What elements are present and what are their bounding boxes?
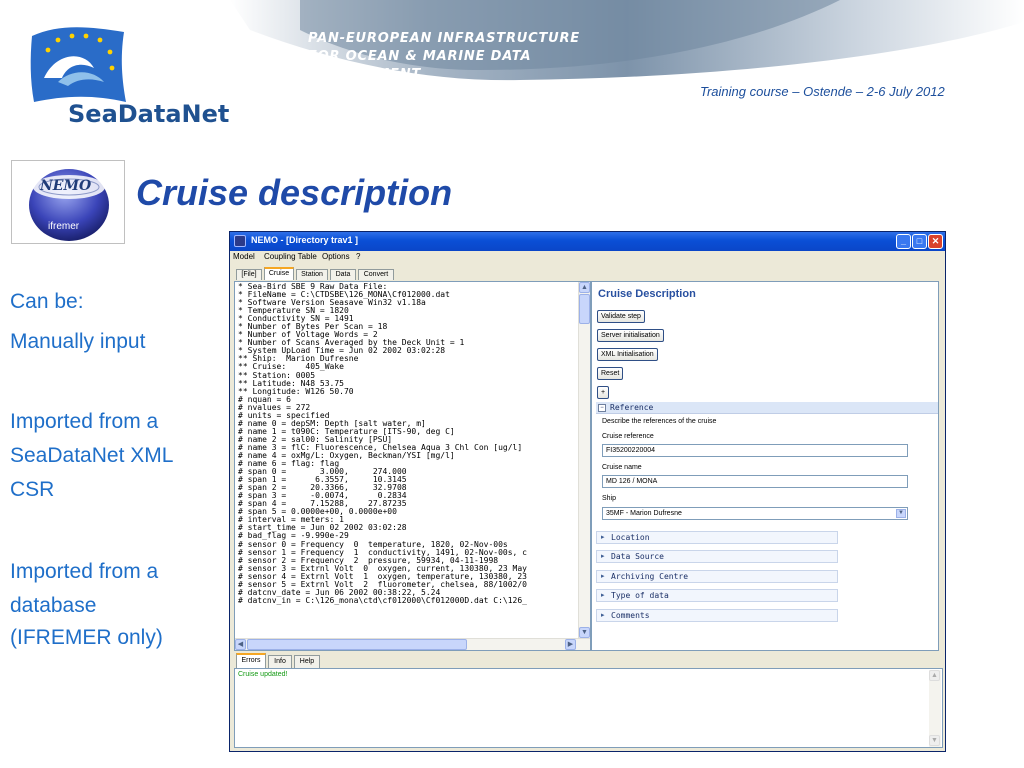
section-comments[interactable]: ▸ Comments <box>596 609 838 622</box>
cruise-description-panel: Cruise Description Validate step Server … <box>591 281 939 651</box>
imported-db-line-3: (IFREMER only) <box>10 626 163 649</box>
sea-wave-flag-icon <box>30 27 126 103</box>
log-panel: Errors Info Help Cruise updated! ▲ ▼ <box>234 653 943 748</box>
scroll-right-icon[interactable]: ▶ <box>565 639 576 650</box>
expand-arrow-icon: ▸ <box>601 553 605 560</box>
reference-description: Describe the references of the cruise <box>602 418 717 425</box>
logo-text: SeaDataNet <box>68 100 230 128</box>
banner-line-3: MANAGEMENT <box>308 67 422 82</box>
cruise-name-label: Cruise name <box>602 464 642 471</box>
ship-select-value: 35MF - Marion Dufresne <box>606 510 682 517</box>
nemo-globe-icon <box>29 169 109 241</box>
section-location[interactable]: ▸ Location <box>596 531 838 544</box>
tab-help[interactable]: Help <box>294 655 320 668</box>
reference-section-header[interactable]: − Reference <box>596 402 938 414</box>
imported-xml-line-2: SeaDataNet XML <box>10 444 174 467</box>
imported-xml-line-1: Imported from a <box>10 410 159 433</box>
section-type-of-data[interactable]: ▸ Type of data <box>596 589 838 602</box>
raw-horizontal-scrollbar[interactable]: ◀ ▶ <box>235 638 590 650</box>
slide-title: Cruise description <box>136 172 453 213</box>
scroll-left-icon[interactable]: ◀ <box>235 639 246 650</box>
raw-data-line: # datcnv_in = C:\126_mona\ctd\cf012000\C… <box>238 595 527 605</box>
tab-station[interactable]: Station <box>296 269 328 280</box>
close-icon[interactable]: ✕ <box>928 234 943 249</box>
raw-data-panel[interactable]: * Sea-Bird SBE 9 Raw Data File: * FileNam… <box>234 281 591 651</box>
expand-arrow-icon: ▸ <box>601 573 605 580</box>
ship-label: Ship <box>602 495 617 502</box>
menu-options[interactable]: Options <box>322 252 350 261</box>
log-vertical-scrollbar[interactable]: ▲ ▼ <box>929 670 941 747</box>
tab-file[interactable]: [File] <box>236 269 262 280</box>
tab-info[interactable]: Info <box>268 655 292 668</box>
can-be-text: Can be: <box>10 290 84 313</box>
imported-db-line-1: Imported from a <box>10 560 159 583</box>
validate-step-button[interactable]: Validate step <box>597 310 645 323</box>
slide: SeaDataNet PAN-EUROPEAN INFRASTRUCTURE F… <box>0 0 1024 768</box>
tab-data[interactable]: Data <box>330 269 356 280</box>
window-title: NEMO - [Directory trav1 ] <box>251 235 359 245</box>
scroll-thumb-horizontal[interactable] <box>247 639 467 650</box>
scroll-up-icon[interactable]: ▲ <box>579 282 590 293</box>
reference-title: Reference <box>610 403 654 412</box>
section-data-source[interactable]: ▸ Data Source <box>596 550 838 563</box>
imported-db-line-2: database <box>10 594 97 617</box>
menu-coupling-table[interactable]: Coupling Table <box>264 252 317 261</box>
scroll-thumb[interactable] <box>579 294 590 324</box>
collapse-icon[interactable]: − <box>598 404 606 412</box>
nemo-logo-sub: ifremer <box>48 221 80 232</box>
dropdown-arrow-icon[interactable]: ▼ <box>896 509 906 518</box>
section-location-label: Location <box>611 533 650 542</box>
cruise-name-field[interactable]: MD 126 / MONA <box>602 475 908 488</box>
expand-arrow-icon: ▸ <box>601 612 605 619</box>
ship-select[interactable]: 35MF - Marion Dufresne ▼ <box>602 507 908 520</box>
banner-title: PAN-EUROPEAN INFRASTRUCTURE FOR OCEAN & … <box>308 30 628 84</box>
cruise-description-title: Cruise Description <box>598 288 696 300</box>
cruise-reference-label: Cruise reference <box>602 433 654 440</box>
imported-xml-line-3: CSR <box>10 478 55 501</box>
section-data-source-label: Data Source <box>611 552 664 561</box>
cruise-reference-field[interactable]: FI35200220004 <box>602 444 908 457</box>
menu-help[interactable]: ? <box>356 252 360 261</box>
nemo-app-window: NEMO - [Directory trav1 ] _ □ ✕ Model Co… <box>229 231 946 752</box>
section-archiving-centre[interactable]: ▸ Archiving Centre <box>596 570 838 583</box>
manually-input-text: Manually input <box>10 330 146 353</box>
nemo-logo: NEMO ifremer <box>11 160 125 244</box>
scroll-up-icon[interactable]: ▲ <box>929 670 940 681</box>
add-button[interactable]: + <box>597 386 610 399</box>
section-archiving-centre-label: Archiving Centre <box>611 572 689 581</box>
expand-arrow-icon: ▸ <box>601 534 605 541</box>
header-banner: SeaDataNet PAN-EUROPEAN INFRASTRUCTURE F… <box>0 0 1024 135</box>
section-type-of-data-label: Type of data <box>611 591 669 600</box>
maximize-icon[interactable]: □ <box>912 234 927 249</box>
server-initialisation-button[interactable]: Server initialisation <box>597 329 664 342</box>
scroll-down-icon[interactable]: ▼ <box>929 735 940 746</box>
xml-initialisation-button[interactable]: XML Initialisation <box>597 348 658 361</box>
raw-data-text: * Sea-Bird SBE 9 Raw Data File: * FileNam… <box>238 283 573 605</box>
tab-cruise[interactable]: Cruise <box>264 267 294 280</box>
menubar: Model Coupling Table Options ? <box>230 251 945 264</box>
app-window-icon <box>234 235 246 247</box>
window-titlebar[interactable]: NEMO - [Directory trav1 ] _ □ ✕ <box>230 232 945 251</box>
minimize-icon[interactable]: _ <box>896 234 911 249</box>
section-comments-label: Comments <box>611 611 650 620</box>
banner-line-2: FOR OCEAN & MARINE DATA <box>308 49 532 64</box>
log-message: Cruise updated! <box>238 671 288 678</box>
training-course-text: Training course – Ostende – 2-6 July 201… <box>700 84 945 99</box>
tab-errors[interactable]: Errors <box>236 653 266 668</box>
raw-vertical-scrollbar[interactable]: ▲ ▼ <box>578 282 590 640</box>
log-area[interactable]: Cruise updated! ▲ ▼ <box>234 668 943 748</box>
nemo-logo-word: NEMO <box>40 178 92 194</box>
scroll-down-icon[interactable]: ▼ <box>579 627 590 638</box>
expand-arrow-icon: ▸ <box>601 592 605 599</box>
reset-button[interactable]: Reset <box>597 367 624 380</box>
menu-model[interactable]: Model <box>233 252 255 261</box>
tab-convert[interactable]: Convert <box>358 269 394 280</box>
banner-line-1: PAN-EUROPEAN INFRASTRUCTURE <box>308 31 580 46</box>
